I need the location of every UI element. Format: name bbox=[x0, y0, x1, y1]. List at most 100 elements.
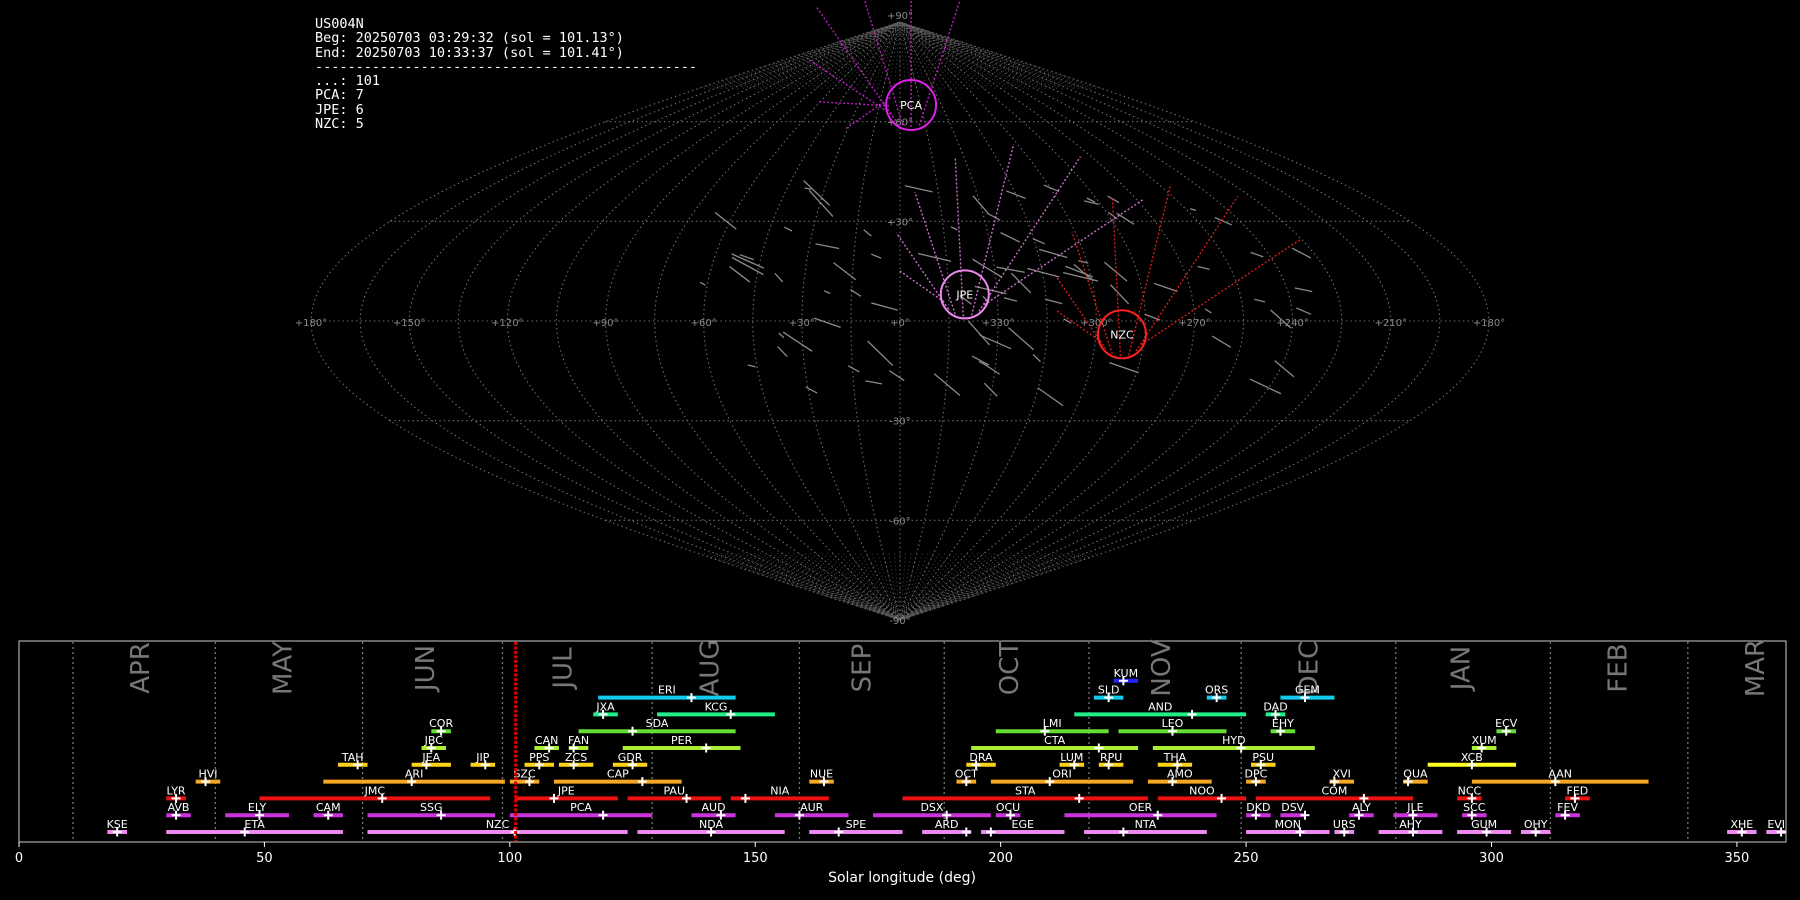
shower-label: LEO bbox=[1162, 717, 1184, 730]
radiant-track bbox=[898, 269, 945, 303]
month-label: NOV bbox=[1147, 639, 1177, 696]
pole-fan-line bbox=[899, 21, 1052, 621]
month-label: AUG bbox=[696, 640, 726, 697]
sporadic-track bbox=[871, 302, 898, 311]
sporadic-track bbox=[833, 262, 857, 281]
radiant-label: PCA bbox=[900, 99, 922, 112]
lat-label: -60° bbox=[889, 516, 910, 527]
shower-label: PPS bbox=[529, 751, 549, 764]
sporadic-track bbox=[971, 355, 990, 366]
sporadic-track bbox=[774, 272, 784, 283]
x-tick-label: 150 bbox=[743, 851, 768, 866]
sporadic-track bbox=[1003, 297, 1018, 302]
lat-label: +90° bbox=[887, 11, 913, 22]
x-tick-label: 100 bbox=[497, 851, 522, 866]
shower-label: JXA bbox=[595, 700, 615, 713]
shower-label: LMI bbox=[1043, 717, 1062, 730]
shower-label: DKD bbox=[1246, 801, 1270, 814]
sporadic-track bbox=[865, 380, 883, 385]
shower-label: PAU bbox=[664, 784, 686, 797]
shower-label: LYR bbox=[167, 784, 186, 797]
sporadic-track bbox=[1032, 353, 1041, 363]
lon-label: +240° bbox=[1276, 318, 1308, 329]
sporadic-track bbox=[1254, 298, 1266, 303]
shower-label: NDA bbox=[699, 818, 724, 831]
shower-label: MON bbox=[1275, 818, 1301, 831]
x-tick-label: 200 bbox=[988, 851, 1013, 866]
shower-label: KUM bbox=[1114, 667, 1138, 680]
sporadic-track bbox=[979, 334, 1012, 350]
shower-label: JEA bbox=[421, 751, 440, 764]
shower-label: AND bbox=[1148, 700, 1172, 713]
sporadic-track bbox=[1063, 318, 1072, 324]
sporadic-track bbox=[870, 253, 882, 259]
sporadic-track bbox=[950, 226, 958, 231]
sporadic-track bbox=[729, 266, 751, 283]
shower-label: SSG bbox=[420, 801, 443, 814]
month-label: MAR bbox=[1741, 639, 1771, 697]
shower-label: KCG bbox=[705, 700, 728, 713]
shower-label: OER bbox=[1129, 801, 1153, 814]
shower-label: ALY bbox=[1352, 801, 1371, 814]
shower-label: PCA bbox=[570, 801, 592, 814]
shower-label: CTA bbox=[1044, 734, 1066, 747]
shower-label: OCU bbox=[996, 801, 1020, 814]
shower-label: HVI bbox=[198, 768, 217, 781]
month-label: FEB bbox=[1604, 643, 1634, 692]
shower-label: LUM bbox=[1060, 751, 1083, 764]
shower-label: AUR bbox=[800, 801, 824, 814]
lon-label: +180° bbox=[1473, 318, 1505, 329]
sporadic-track bbox=[808, 190, 834, 217]
sporadic-track bbox=[1109, 361, 1139, 374]
shower-label: XUM bbox=[1472, 734, 1497, 747]
shower-label: GEM bbox=[1295, 684, 1320, 697]
sky-map: +180° +150° +120° +90° +60° +30° +0° +330° +300°… bbox=[295, 0, 1505, 627]
month-label: JUN bbox=[411, 645, 441, 693]
shower-label: ARI bbox=[405, 768, 423, 781]
meridian-line bbox=[359, 21, 901, 621]
sporadic-track bbox=[972, 195, 989, 214]
shower-label: ETA bbox=[244, 818, 265, 831]
sporadic-track bbox=[815, 243, 840, 250]
lon-label: +150° bbox=[393, 318, 425, 329]
shower-label: JLE bbox=[1406, 801, 1423, 814]
sporadic-track bbox=[1000, 232, 1020, 243]
month-label: OCT bbox=[995, 641, 1025, 696]
shower-label: SPE bbox=[846, 818, 867, 831]
sporadic-track bbox=[1189, 208, 1197, 212]
shower-label: KSE bbox=[107, 818, 128, 831]
sporadic-track bbox=[904, 185, 933, 193]
meteor-tracks bbox=[699, 180, 1313, 407]
radiant-track bbox=[1071, 231, 1113, 355]
sporadic-track bbox=[778, 332, 785, 339]
sporadic-track bbox=[863, 229, 872, 237]
sporadic-track bbox=[1214, 216, 1232, 226]
shower-label: SDA bbox=[646, 717, 669, 730]
pole-fan-line bbox=[804, 21, 901, 621]
sporadic-track bbox=[804, 187, 812, 191]
lon-label: +270° bbox=[1178, 318, 1210, 329]
sporadic-track bbox=[784, 226, 793, 232]
shower-bars: KSE ETA NZC NDA SPE ARD EGE NTA MON URS AHY GUM OHY X… bbox=[107, 667, 1786, 837]
shower-label: DPC bbox=[1245, 768, 1268, 781]
sporadic-track bbox=[1211, 335, 1232, 348]
sporadic-track bbox=[996, 266, 1025, 273]
shower-label: JPE bbox=[557, 784, 575, 797]
shower-label: DSV bbox=[1281, 801, 1304, 814]
shower-label: XVI bbox=[1333, 768, 1351, 781]
sporadic-track bbox=[1249, 378, 1282, 395]
shower-label: OHY bbox=[1524, 818, 1548, 831]
x-tick-label: 50 bbox=[256, 851, 273, 866]
shower-label: JBC bbox=[424, 734, 444, 747]
shower-label: JMC bbox=[364, 784, 386, 797]
month-label: JUL bbox=[548, 647, 578, 691]
shower-label: FEV bbox=[1557, 801, 1578, 814]
timeline-frame bbox=[18, 640, 1787, 843]
shower-label: SCC bbox=[1463, 801, 1486, 814]
meridian-line bbox=[801, 21, 901, 621]
shower-label: NIA bbox=[770, 784, 789, 797]
shower-label: URS bbox=[1333, 818, 1356, 831]
month-label: SEP bbox=[848, 644, 878, 693]
shower-label: COR bbox=[429, 717, 453, 730]
lon-label: +0° bbox=[890, 318, 910, 329]
